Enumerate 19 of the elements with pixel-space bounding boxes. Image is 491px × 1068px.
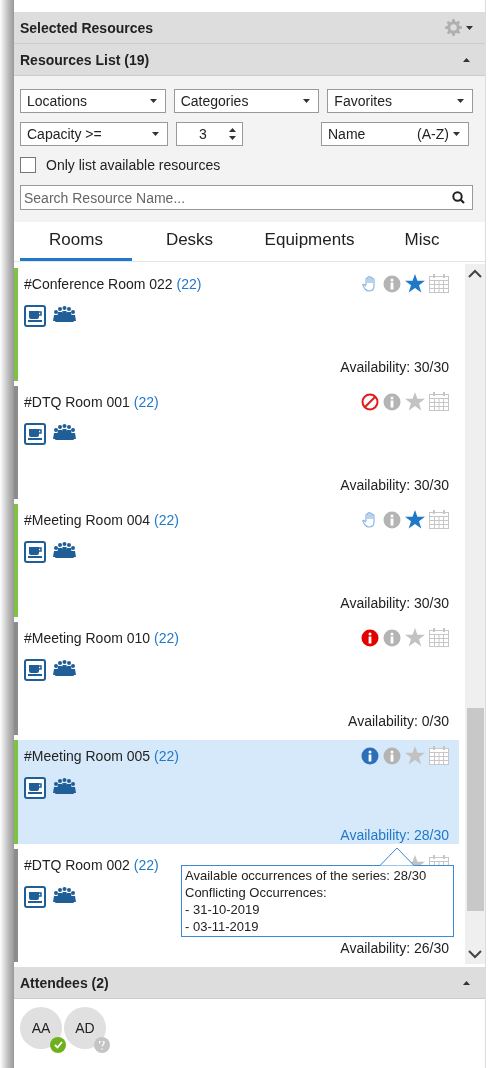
- section-title: Attendees (2): [20, 974, 109, 991]
- tooltip-line: Conflicting Occurrences:: [185, 884, 328, 901]
- tooltip-line: - 31-10-2019: [185, 901, 261, 918]
- tooltip-line: Available occurrences of the series: 28/30: [185, 867, 428, 884]
- room-name: #Meeting Room 004 (22): [24, 511, 179, 528]
- availability-text: Availability: 0/30: [348, 713, 449, 731]
- availability-text: Availability: 30/30: [340, 359, 449, 377]
- room-name: #Meeting Room 005 (22): [24, 747, 179, 764]
- availability-text: Availability: 30/30: [340, 477, 449, 495]
- tooltip-line: - 03-11-2019: [185, 918, 260, 935]
- section-title: Resources List (19): [20, 51, 150, 68]
- room-name: #Conference Room 022 (22): [24, 275, 202, 292]
- room-name: #DTQ Room 001 (22): [24, 393, 159, 410]
- checkbox-label: Only list available resources: [46, 157, 221, 173]
- room-name: #DTQ Room 002 (22): [24, 856, 159, 873]
- availability-text: Availability: 26/30: [340, 940, 449, 958]
- availability-text: Availability: 30/30: [340, 595, 449, 613]
- panel-title: Selected Resources: [20, 19, 154, 36]
- room-name: #Meeting Room 010 (22): [24, 629, 179, 646]
